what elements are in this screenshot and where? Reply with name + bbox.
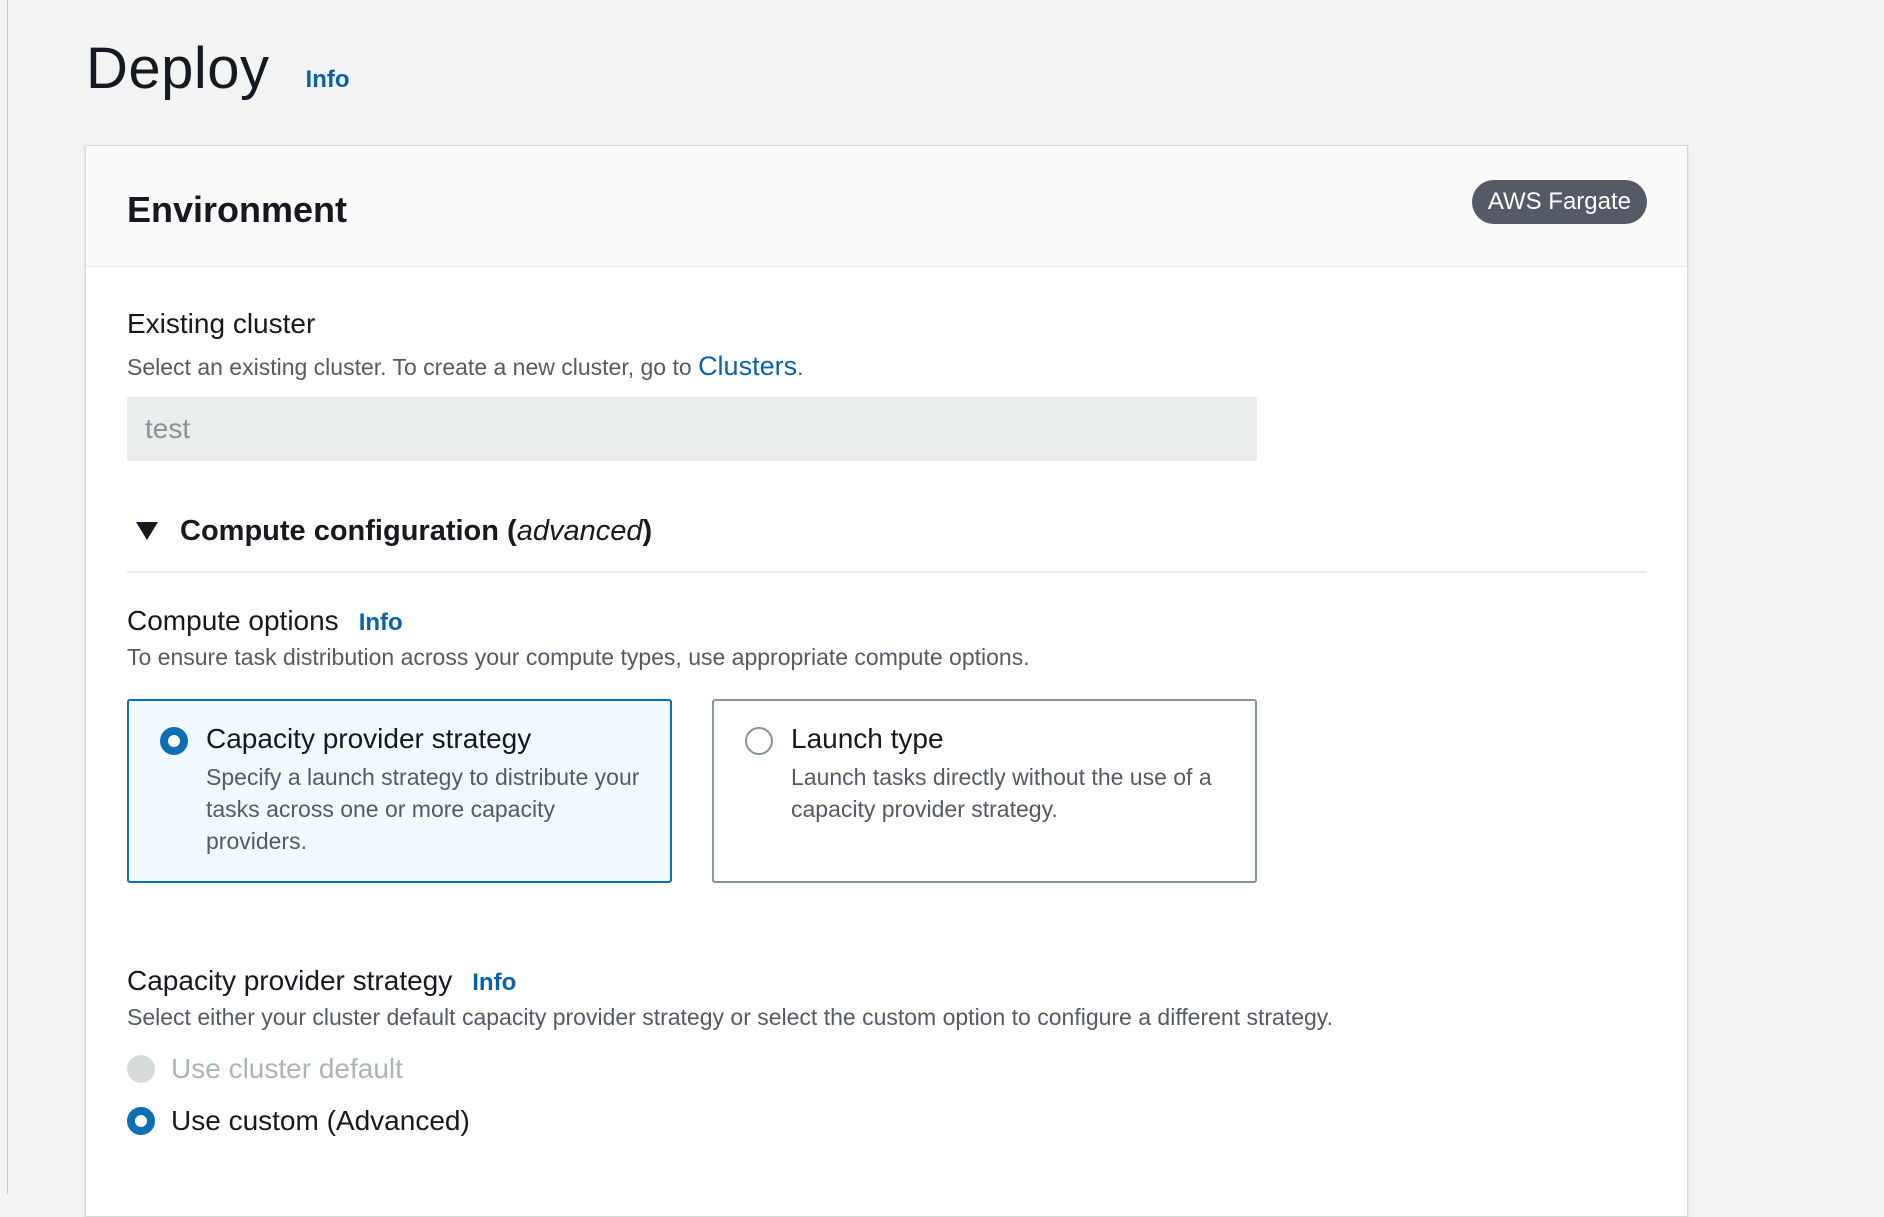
compute-options-field: Compute options Info To ensure task dist… <box>127 603 1030 673</box>
capacity-provider-strategy-label-row: Capacity provider strategy Info <box>127 963 1333 999</box>
option-use-cluster-default[interactable]: Use cluster default <box>127 1051 403 1087</box>
left-divider <box>7 0 8 1194</box>
tile-capacity-provider-strategy-description: Specify a launch strategy to distribute … <box>206 764 640 854</box>
existing-cluster-field: Existing cluster Select an existing clus… <box>127 306 803 383</box>
radio-capacity-provider-strategy[interactable] <box>160 727 188 755</box>
radio-use-custom[interactable] <box>127 1107 155 1135</box>
existing-cluster-input[interactable]: test <box>127 397 1257 461</box>
compute-configuration-expander[interactable]: Compute configuration (advanced) <box>127 491 1647 573</box>
tile-launch-type-description: Launch tasks directly without the use of… <box>791 764 1212 822</box>
capacity-provider-strategy-description: Select either your cluster default capac… <box>127 1004 1333 1030</box>
capacity-provider-strategy-info-link[interactable]: Info <box>472 969 516 997</box>
compute-options-label: Compute options <box>127 605 339 636</box>
page-title: Deploy <box>86 36 270 101</box>
page-header: Deploy Info <box>86 34 350 104</box>
compute-options-info-link[interactable]: Info <box>359 609 403 637</box>
existing-cluster-description-text: Select an existing cluster. To create a … <box>127 354 699 380</box>
tile-capacity-provider-strategy-title: Capacity provider strategy <box>206 723 532 754</box>
environment-panel: Environment AWS Fargate Existing cluster… <box>85 145 1688 1217</box>
option-use-custom-label: Use custom (Advanced) <box>171 1105 470 1136</box>
existing-cluster-description-suffix: . <box>797 354 804 380</box>
tile-launch-type[interactable]: Launch type Launch tasks directly withou… <box>712 699 1257 883</box>
compute-configuration-label: Compute configuration (advanced) <box>180 514 653 547</box>
option-use-cluster-default-label: Use cluster default <box>171 1053 403 1084</box>
clusters-link[interactable]: Clusters <box>698 351 797 381</box>
compute-options-description: To ensure task distribution across your … <box>127 644 1030 670</box>
page-info-link[interactable]: Info <box>306 66 350 94</box>
environment-panel-header: Environment AWS Fargate <box>86 146 1687 267</box>
existing-cluster-label: Existing cluster <box>127 308 316 339</box>
environment-title: Environment <box>127 189 348 230</box>
radio-launch-type[interactable] <box>745 727 773 755</box>
existing-cluster-description: Select an existing cluster. To create a … <box>127 350 803 383</box>
tile-launch-type-title: Launch type <box>791 723 944 754</box>
compute-options-label-row: Compute options Info <box>127 603 1030 639</box>
radio-use-cluster-default[interactable] <box>127 1055 155 1083</box>
fargate-badge: AWS Fargate <box>1471 180 1647 224</box>
capacity-provider-strategy-field: Capacity provider strategy Info Select e… <box>127 963 1333 1033</box>
capacity-provider-strategy-label: Capacity provider strategy <box>127 965 453 996</box>
compute-options-tiles: Capacity provider strategy Specify a lau… <box>127 699 1257 883</box>
option-use-custom[interactable]: Use custom (Advanced) <box>127 1103 470 1139</box>
tile-capacity-provider-strategy[interactable]: Capacity provider strategy Specify a lau… <box>127 699 672 883</box>
caret-down-icon <box>136 522 158 540</box>
